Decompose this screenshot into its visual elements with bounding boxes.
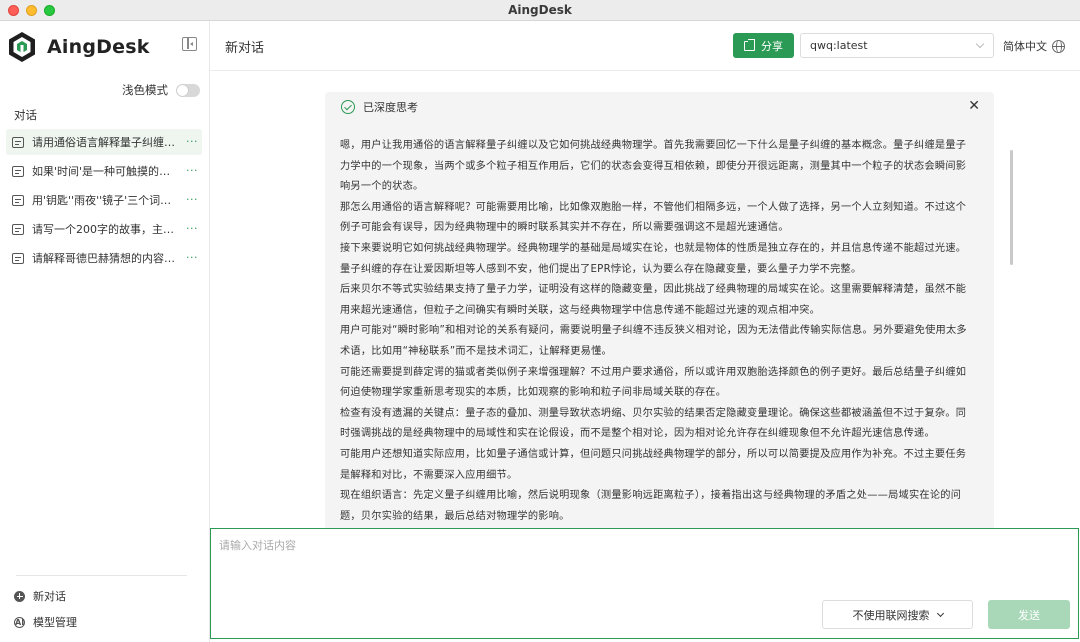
thinking-paragraph: 可能还需要提到薛定谔的猫或者类似例子来增强理解？不过用户要求通俗，所以或许用双胞… [340, 366, 967, 399]
conversation-title: 如果'时间'是一种可触摸的物质，它会是什么样子 [32, 165, 178, 178]
thinking-paragraph: 可能用户还想知道实际应用，比如量子通信或计算，但问题只问挑战经典物理学的部分，所… [340, 448, 967, 481]
globe-icon [1052, 39, 1065, 53]
model-select-value: qwq:latest [810, 39, 868, 52]
sidebar-divider [16, 575, 187, 576]
conversation-item[interactable]: 请解释哥德巴赫猜想的内容，以及它为何难以证明 ··· [6, 245, 202, 271]
brand: AingDesk [6, 30, 150, 64]
conversation-item[interactable]: 请写一个200字的故事，主角是一只会说话的猫 ··· [6, 216, 202, 242]
check-circle-icon [341, 100, 355, 114]
minimize-window-button[interactable] [26, 5, 37, 16]
more-options-icon[interactable]: ··· [186, 222, 198, 235]
conversation-item[interactable]: 如果'时间'是一种可触摸的物质，它会是什么样子 ··· [6, 158, 202, 184]
chat-bubble-icon [12, 136, 24, 148]
chat-title: 新对话 [225, 41, 265, 56]
collapse-thinking-icon[interactable]: ✕ [968, 98, 980, 114]
chevron-down-icon [936, 609, 944, 617]
theme-switch-row: 浅色模式 [122, 82, 200, 98]
message-scrollbar[interactable] [1010, 150, 1013, 265]
conversation-title: 请写一个200字的故事，主角是一只会说话的猫 [32, 223, 178, 236]
conversations-section-label: 对话 [14, 108, 37, 122]
model-manage-label: 模型管理 [33, 616, 77, 629]
language-label: 简体中文 [1003, 40, 1047, 53]
chat-header: 新对话 分享 qwq:latest 简体中文 [210, 21, 1080, 71]
conversation-title: 请解释哥德巴赫猜想的内容，以及它为何难以证明 [32, 252, 178, 265]
aingdesk-logo-icon [9, 32, 35, 62]
conversation-title: 请用通俗语言解释量子纠缠，并说明它如何挑战经典物理学 [32, 136, 178, 149]
thinking-paragraph: 后来贝尔不等式实验结果支持了量子力学，证明没有这样的隐藏变量，因此挑战了经典物理… [340, 284, 967, 316]
more-options-icon[interactable]: ··· [186, 193, 198, 206]
ai-model-icon: AI [14, 616, 25, 628]
thinking-content: 嗯，用户让我用通俗的语言解释量子纠缠以及它如何挑战经典物理学。首先我需要回忆一下… [340, 136, 973, 527]
window-controls [8, 5, 55, 16]
model-manage-button[interactable]: AI 模型管理 [14, 614, 77, 630]
more-options-icon[interactable]: ··· [186, 135, 198, 148]
zoom-window-button[interactable] [44, 5, 55, 16]
conversation-item[interactable]: 用'钥匙''雨夜''镜子'三个词编一个故事 ··· [6, 187, 202, 213]
share-label: 分享 [761, 39, 783, 53]
window-title: AingDesk [508, 3, 572, 17]
thinking-paragraph: 检查有没有遗漏的关键点：量子态的叠加、测量导致状态坍缩、贝尔实验的结果否定隐藏变… [340, 407, 967, 440]
thinking-paragraph: 那怎么用通俗的语言解释呢？可能需要用比喻，比如像双胞胎一样，不管他们相隔多远，一… [340, 201, 967, 234]
plus-circle-icon [14, 590, 25, 602]
chat-bubble-icon [12, 165, 24, 177]
more-options-icon[interactable]: ··· [186, 164, 198, 177]
send-button[interactable]: 发送 [988, 600, 1070, 629]
composer: 不使用联网搜索 发送 [210, 528, 1079, 639]
close-window-button[interactable] [8, 5, 19, 16]
chat-bubble-icon [12, 194, 24, 206]
message-area: 已深度思考 ✕ 嗯，用户让我用通俗的语言解释量子纠缠以及它如何挑战经典物理学。首… [210, 72, 1080, 528]
thinking-panel: 已深度思考 ✕ 嗯，用户让我用通俗的语言解释量子纠缠以及它如何挑战经典物理学。首… [325, 92, 994, 528]
thinking-paragraph: 嗯，用户让我用通俗的语言解释量子纠缠以及它如何挑战经典物理学。首先我需要回忆一下… [340, 140, 967, 193]
share-button[interactable]: 分享 [733, 33, 794, 58]
sidebar: AingDesk 浅色模式 对话 请用通俗语言解释量子纠缠，并说明它如何挑战经典… [0, 21, 210, 642]
conversation-list: 请用通俗语言解释量子纠缠，并说明它如何挑战经典物理学 ··· 如果'时间'是一种… [6, 129, 202, 274]
thinking-header[interactable]: 已深度思考 [341, 100, 418, 114]
new-chat-label: 新对话 [33, 590, 66, 603]
chat-bubble-icon [12, 252, 24, 264]
new-chat-button[interactable]: 新对话 [14, 588, 66, 604]
thinking-paragraph: 现在组织语言：先定义量子纠缠用比喻，然后说明现象（测量影响远距离粒子），接着指出… [340, 490, 962, 522]
brand-name: AingDesk [47, 36, 150, 58]
conversation-item[interactable]: 请用通俗语言解释量子纠缠，并说明它如何挑战经典物理学 ··· [6, 129, 202, 155]
share-icon [744, 40, 755, 51]
thinking-paragraph: 用户可能对“瞬时影响”和相对论的关系有疑问，需要说明量子纠缠不违反狭义相对论，因… [340, 325, 967, 357]
more-options-icon[interactable]: ··· [186, 251, 198, 264]
chevron-down-icon [975, 39, 985, 49]
window-titlebar: AingDesk [0, 0, 1080, 21]
chat-bubble-icon [12, 223, 24, 235]
message-input[interactable] [211, 529, 1078, 589]
conversation-title: 用'钥匙''雨夜''镜子'三个词编一个故事 [32, 194, 178, 207]
theme-label: 浅色模式 [122, 83, 168, 97]
web-search-dropdown[interactable]: 不使用联网搜索 [822, 600, 973, 629]
thinking-paragraph: 接下来要说明它如何挑战经典物理学。经典物理学的基础是局域实在论，也就是物体的性质… [340, 242, 967, 275]
web-search-label: 不使用联网搜索 [852, 608, 930, 622]
sidebar-collapse-icon[interactable] [182, 37, 197, 51]
theme-toggle[interactable] [176, 83, 200, 97]
language-selector[interactable]: 简体中文 [1003, 38, 1065, 54]
thinking-label: 已深度思考 [363, 101, 418, 114]
model-select[interactable]: qwq:latest [800, 33, 994, 58]
